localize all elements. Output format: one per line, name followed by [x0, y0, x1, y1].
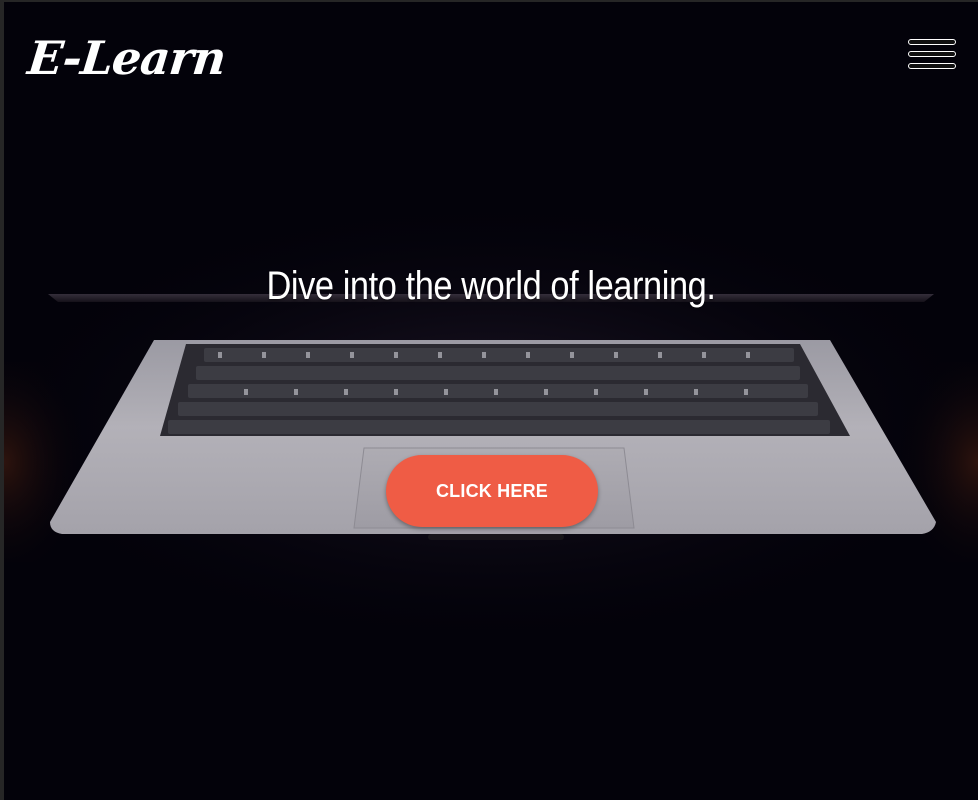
- menu-bar-middle: [908, 51, 956, 57]
- hero-headline: Dive into the world of learning.: [266, 264, 716, 308]
- hamburger-menu-icon[interactable]: [908, 39, 958, 73]
- hero-background-image: [4, 2, 978, 800]
- page-frame: E-Learn Dive into the world of learning.…: [4, 2, 978, 800]
- logo[interactable]: E-Learn: [25, 30, 228, 86]
- menu-bar-bottom: [908, 63, 956, 69]
- menu-bar-top: [908, 39, 956, 45]
- click-here-button[interactable]: CLICK HERE: [386, 455, 598, 527]
